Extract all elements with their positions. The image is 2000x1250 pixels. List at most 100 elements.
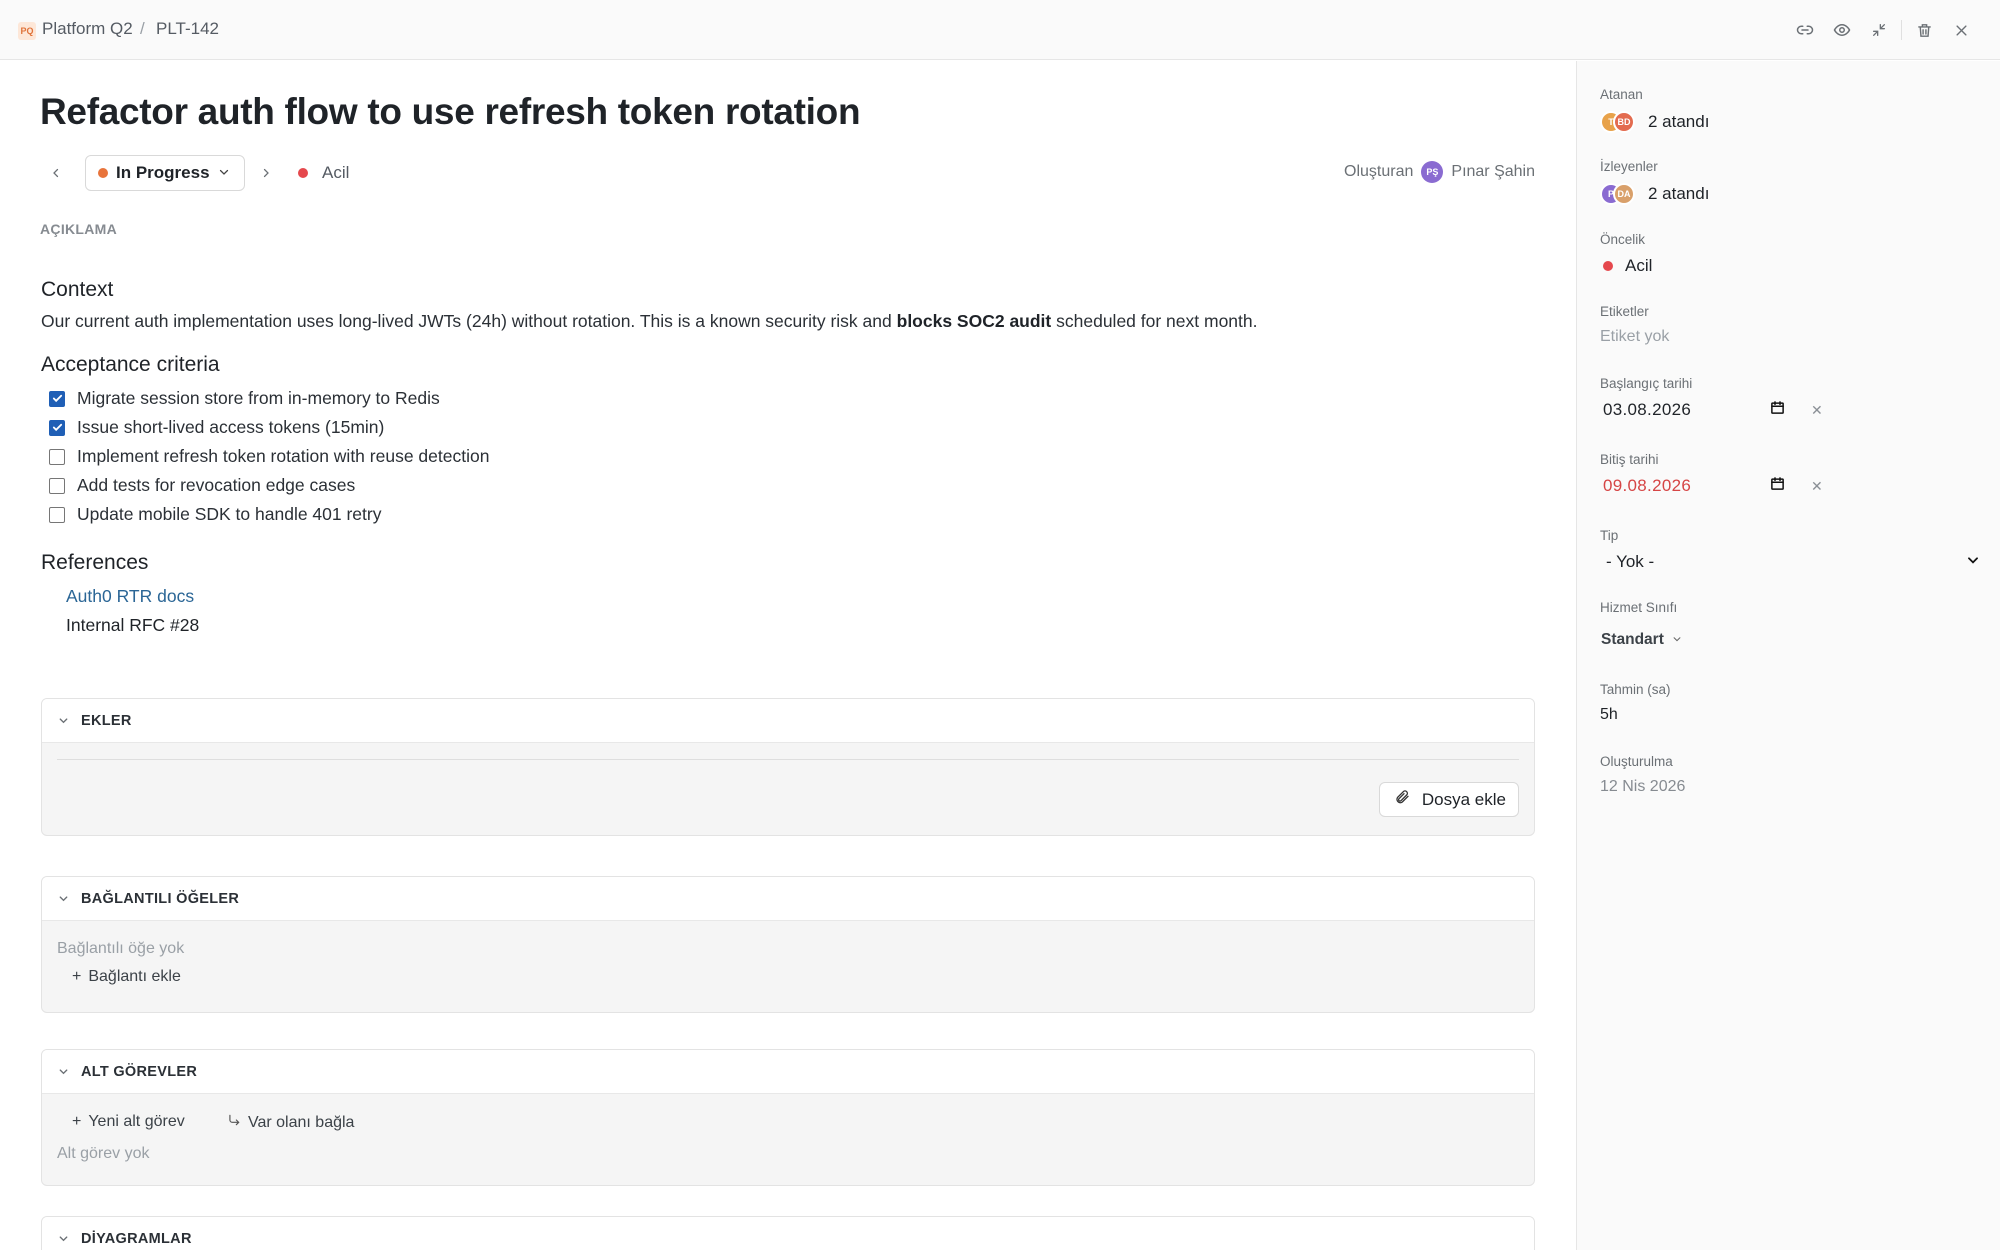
priority-label: Öncelik (1600, 232, 1646, 247)
criteria-item: Update mobile SDK to handle 401 retry (41, 500, 1531, 529)
checkbox-unchecked[interactable] (49, 477, 65, 494)
criteria-item: Implement refresh token rotation with re… (41, 442, 1531, 471)
service-class-label: Hizmet Sınıfı (1600, 600, 1678, 615)
clear-start-date-icon[interactable]: ✕ (1811, 402, 1823, 419)
context-text-end: scheduled for next month. (1056, 311, 1258, 331)
diagrams-title: DİYAGRAMLAR (81, 1230, 192, 1247)
project-logo-icon: PQ (18, 22, 36, 40)
watchers-value: 2 atandı (1648, 184, 1710, 203)
priority-dot (298, 168, 308, 178)
breadcrumb-issue-key[interactable]: PLT-142 (156, 19, 219, 39)
breadcrumb-separator: / (140, 19, 145, 38)
linked-items-empty: Bağlantılı öğe yok (57, 940, 185, 957)
start-date-value: 03.08.2026 (1603, 400, 1692, 419)
checkbox-checked[interactable] (49, 390, 65, 407)
new-subtask-label: Yeni alt görev (88, 1113, 185, 1130)
chevron-right-icon[interactable] (254, 161, 278, 185)
created-label: Oluşturulma (1600, 754, 1673, 769)
linked-items-header[interactable]: BAĞLANTILI ÖĞELER (42, 877, 1534, 921)
attachments-panel: EKLER Dosya ekle (41, 698, 1535, 836)
details-sidebar: Atanan T BD 2 atandı İzleyenler P DA 2 a… (1576, 61, 2000, 1250)
chevron-down-icon (1966, 552, 1980, 572)
paperclip-icon (1394, 789, 1410, 810)
due-date-input[interactable]: 09.08.2026 (1600, 476, 1785, 496)
diagrams-header[interactable]: DİYAGRAMLAR (42, 1217, 1534, 1250)
priority-field[interactable]: Öncelik Acil (1600, 232, 1652, 276)
linked-items-panel: BAĞLANTILI ÖĞELER Bağlantılı öğe yok + B… (41, 876, 1535, 1013)
service-class-value: Standart (1601, 631, 1664, 648)
criteria-text: Add tests for revocation edge cases (77, 475, 356, 495)
new-subtask-button[interactable]: + Yeni alt görev (72, 1113, 185, 1131)
criteria-item: Add tests for revocation edge cases (41, 471, 1531, 500)
creator-info: Oluşturan PŞ Pınar Şahin (1344, 161, 1535, 183)
add-link-label: Bağlantı ekle (88, 968, 181, 985)
link-existing-button[interactable]: Var olanı bağla (227, 1113, 354, 1132)
subtasks-header[interactable]: ALT GÖREVLER (42, 1050, 1534, 1094)
due-date-label: Bitiş tarihi (1600, 452, 1659, 467)
breadcrumb-project[interactable]: Platform Q2 (42, 19, 133, 39)
watchers-field[interactable]: İzleyenler P DA 2 atandı (1600, 159, 1709, 205)
created-value: 12 Nis 2026 (1600, 778, 1686, 795)
close-icon[interactable] (1943, 16, 1980, 44)
header-actions (1786, 16, 1980, 44)
criteria-item: Migrate session store from in-memory to … (41, 384, 1531, 413)
start-date-input[interactable]: 03.08.2026 (1600, 400, 1785, 420)
type-select[interactable]: - Yok - (1600, 552, 1980, 572)
attachments-header[interactable]: EKLER (42, 699, 1534, 743)
divider (57, 759, 1519, 760)
plus-icon: + (72, 968, 82, 985)
add-file-button[interactable]: Dosya ekle (1378, 782, 1519, 817)
assignees-value: 2 atandı (1648, 112, 1710, 131)
reference-link[interactable]: Auth0 RTR docs (66, 582, 1531, 611)
labels-field[interactable]: Etiketler Etiket yok (1600, 304, 1669, 346)
due-date-field: Bitiş tarihi 09.08.2026 ✕ (1600, 452, 1823, 496)
estimate-field[interactable]: Tahmin (sa) 5h (1600, 682, 1671, 724)
checkbox-unchecked[interactable] (49, 448, 65, 465)
subtasks-empty: Alt görev yok (57, 1145, 150, 1162)
estimate-label: Tahmin (sa) (1600, 682, 1671, 697)
status-row: In Progress Acil Oluşturan PŞ Pınar Şahi… (40, 155, 1535, 193)
criteria-text: Update mobile SDK to handle 401 retry (77, 504, 382, 524)
description-body[interactable]: Context Our current auth implementation … (41, 278, 1531, 640)
criteria-heading: Acceptance criteria (41, 353, 220, 376)
status-dot (98, 168, 108, 178)
checkbox-unchecked[interactable] (49, 506, 65, 523)
created-field: Oluşturulma 12 Nis 2026 (1600, 754, 1685, 796)
chevron-down-icon (57, 893, 69, 905)
assignees-value-row: T BD 2 atandı (1600, 111, 1709, 133)
description-label: AÇIKLAMA (40, 221, 118, 237)
collapse-icon[interactable] (1860, 16, 1897, 44)
service-class-dropdown[interactable]: Standart (1600, 631, 1682, 649)
type-value: - Yok - (1606, 552, 1655, 571)
clear-due-date-icon[interactable]: ✕ (1811, 478, 1823, 495)
issue-main: Refactor auth flow to use refresh token … (0, 61, 1575, 1250)
creator-name[interactable]: Pınar Şahin (1451, 163, 1535, 181)
subtasks-title: ALT GÖREVLER (81, 1063, 198, 1080)
context-heading: Context (41, 278, 114, 301)
status-dropdown[interactable]: In Progress (85, 155, 245, 191)
watchers-label: İzleyenler (1600, 159, 1658, 174)
trash-icon[interactable] (1906, 16, 1943, 44)
chevron-left-icon[interactable] (44, 161, 68, 185)
calendar-icon[interactable] (1770, 400, 1785, 420)
link-icon[interactable] (1786, 16, 1823, 44)
assignees-field[interactable]: Atanan T BD 2 atandı (1600, 87, 1709, 133)
add-file-label: Dosya ekle (1421, 789, 1506, 809)
type-label: Tip (1600, 528, 1619, 543)
priority-inline[interactable]: Acil (298, 163, 349, 183)
top-bar: PQ Platform Q2 / PLT-142 (0, 0, 2000, 60)
start-date-field: Başlangıç tarihi 03.08.2026 ✕ (1600, 376, 1823, 420)
status-label: In Progress (116, 163, 210, 182)
calendar-icon[interactable] (1770, 476, 1785, 496)
chevron-down-icon (1672, 631, 1682, 649)
checkbox-checked[interactable] (49, 419, 65, 436)
created-by-label: Oluşturan (1344, 163, 1414, 180)
labels-value: Etiket yok (1600, 328, 1670, 345)
eye-icon[interactable] (1823, 16, 1860, 44)
creator-avatar: PŞ (1421, 161, 1444, 183)
avatar: BD (1613, 111, 1635, 133)
issue-title[interactable]: Refactor auth flow to use refresh token … (40, 91, 861, 133)
add-link-button[interactable]: + Bağlantı ekle (72, 968, 181, 986)
plus-icon: + (72, 1113, 82, 1130)
criteria-item: Issue short-lived access tokens (15min) (41, 413, 1531, 442)
